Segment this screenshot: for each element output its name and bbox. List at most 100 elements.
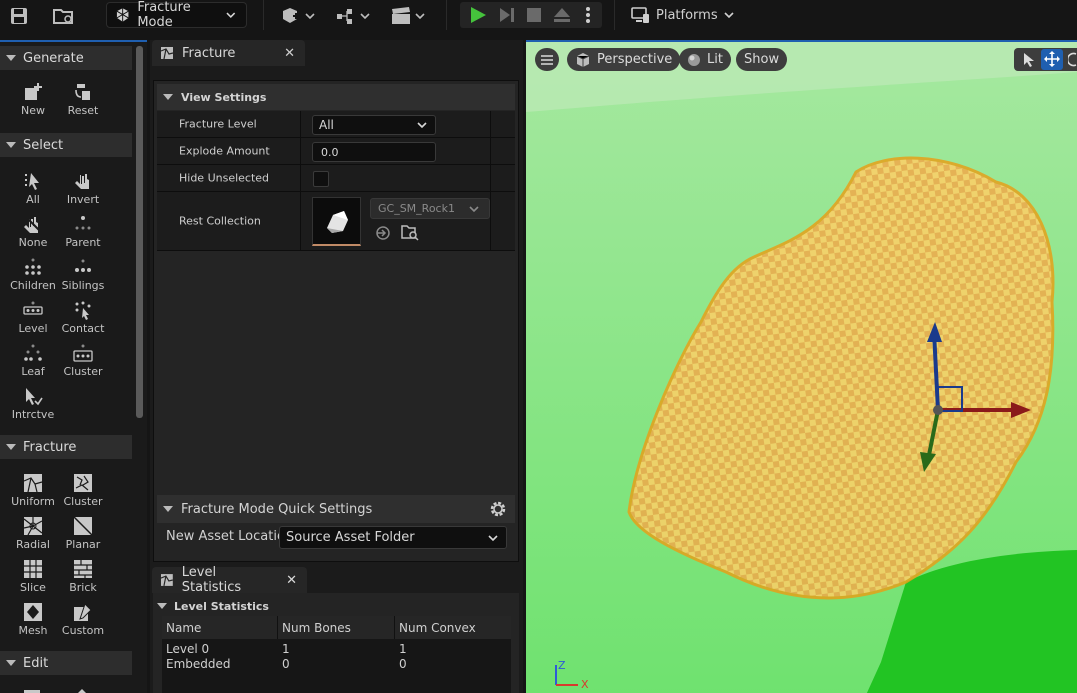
section-edit[interactable]: Edit: [0, 651, 132, 675]
browse-asset-icon[interactable]: [401, 224, 419, 241]
cinematics-icon[interactable]: [388, 5, 428, 27]
tool-fracture-cluster[interactable]: Cluster: [58, 473, 108, 508]
tool-new[interactable]: New: [8, 82, 58, 117]
fracture-level-dropdown[interactable]: All: [312, 115, 436, 135]
hide-unselected-checkbox[interactable]: [313, 171, 329, 187]
table-cell: Level 0: [166, 642, 210, 656]
edit-tool-icon[interactable]: [72, 688, 92, 693]
level-statistics-header[interactable]: Level Statistics: [153, 595, 519, 617]
close-icon[interactable]: ✕: [284, 46, 295, 61]
view-settings-label: View Settings: [181, 90, 267, 104]
fracture-tab-icon: [160, 47, 174, 60]
gear-icon[interactable]: [488, 499, 508, 519]
tool-select-cluster-label: Cluster: [63, 365, 103, 378]
play-icon[interactable]: [469, 6, 487, 24]
new-icon: [25, 83, 42, 100]
tab-level-statistics[interactable]: Level Statistics ✕: [152, 565, 307, 595]
column-header-name[interactable]: Name: [162, 616, 278, 639]
tool-radial[interactable]: Radial: [8, 516, 58, 551]
tool-contact-label: Contact: [61, 322, 105, 335]
explode-amount-value: 0.0: [321, 145, 339, 159]
viewport-scene[interactable]: [526, 42, 1077, 693]
new-asset-location-dropdown[interactable]: Source Asset Folder: [279, 526, 507, 549]
close-icon[interactable]: ✕: [286, 573, 297, 588]
eject-icon[interactable]: [553, 6, 571, 24]
tool-planar[interactable]: Planar: [58, 516, 108, 551]
level-viewport[interactable]: Z X Perspective Lit Show: [526, 40, 1077, 693]
tool-slice[interactable]: Slice: [8, 559, 58, 594]
perspective-button[interactable]: Perspective: [567, 48, 681, 71]
fracture-mode-icon: [116, 8, 129, 22]
column-header-num-convex[interactable]: Num Convex: [395, 616, 511, 639]
tab-fracture[interactable]: Fracture ✕: [152, 40, 305, 66]
rest-collection-picker[interactable]: GC_SM_Rock1: [370, 198, 490, 219]
tool-mesh-label: Mesh: [18, 624, 48, 637]
section-generate[interactable]: Generate: [0, 46, 132, 70]
quick-settings-header[interactable]: Fracture Mode Quick Settings: [157, 495, 515, 523]
rest-collection-label: Rest Collection: [179, 214, 261, 228]
use-selected-asset-icon[interactable]: [375, 225, 391, 241]
explode-amount-field[interactable]: 0.0: [312, 142, 436, 162]
mode-dropdown[interactable]: Fracture Mode: [106, 0, 247, 30]
platforms-icon: [631, 7, 649, 23]
tool-siblings[interactable]: Siblings: [58, 257, 108, 292]
tool-invert[interactable]: Invert: [58, 171, 108, 206]
column-header-num-bones[interactable]: Num Bones: [278, 616, 395, 639]
perspective-label: Perspective: [597, 52, 673, 67]
platforms-label: Platforms: [656, 7, 718, 23]
palette-scrollbar[interactable]: [136, 46, 143, 418]
column-header-num-convex-label: Num Convex: [399, 620, 476, 635]
level-statistics-table: Name Num Bones Num Convex Level 0 1 1 Em…: [162, 616, 511, 693]
tool-siblings-label: Siblings: [61, 279, 105, 292]
save-icon[interactable]: [6, 5, 32, 27]
tool-level[interactable]: Level: [8, 300, 58, 335]
tool-select-cluster[interactable]: Cluster: [58, 343, 108, 378]
rock-thumbnail-icon: [327, 211, 348, 233]
mode-label: Fracture Mode: [137, 0, 191, 30]
tool-contact[interactable]: Contact: [58, 300, 108, 335]
tool-select-all[interactable]: All: [8, 171, 58, 206]
level-statistics-body: Level Statistics Name Num Bones Num Conv…: [153, 593, 519, 693]
advance-frame-icon[interactable]: [498, 6, 516, 24]
tool-interactive[interactable]: Intrctve: [8, 386, 58, 421]
rotate-mode-icon[interactable]: [1068, 52, 1077, 67]
more-options-icon[interactable]: [585, 6, 591, 24]
section-edit-label: Edit: [23, 655, 49, 671]
tool-uniform[interactable]: Uniform: [8, 473, 58, 508]
none-icon: [24, 215, 42, 233]
view-settings-header[interactable]: View Settings: [157, 84, 515, 110]
section-select[interactable]: Select: [0, 133, 132, 157]
table-cell: 0: [282, 657, 290, 671]
tool-reset[interactable]: Reset: [58, 82, 108, 117]
stop-icon[interactable]: [526, 7, 542, 23]
add-actor-icon[interactable]: [278, 5, 318, 27]
show-button[interactable]: Show: [736, 48, 788, 71]
rest-collection-thumbnail[interactable]: [312, 197, 361, 246]
tool-mesh[interactable]: Mesh: [8, 602, 58, 637]
tool-select-all-label: All: [26, 193, 40, 206]
platforms-dropdown[interactable]: Platforms: [630, 2, 734, 28]
siblings-icon: [75, 259, 91, 272]
edit-tool-icon[interactable]: [22, 688, 42, 693]
select-mode-icon[interactable]: [1022, 52, 1036, 67]
tool-select-none-label: None: [18, 236, 48, 249]
translate-mode-button[interactable]: [1041, 49, 1063, 70]
tool-brick[interactable]: Brick: [58, 559, 108, 594]
tool-slice-label: Slice: [20, 581, 46, 594]
tool-leaf[interactable]: Leaf: [8, 343, 58, 378]
viewport-menu-button[interactable]: [535, 48, 559, 71]
browse-folder-icon[interactable]: [50, 5, 76, 27]
tool-custom[interactable]: Custom: [58, 602, 108, 637]
lit-button[interactable]: Lit: [679, 48, 731, 71]
tool-select-none[interactable]: None: [8, 214, 58, 249]
explode-amount-label: Explode Amount: [179, 144, 270, 158]
tool-planar-label: Planar: [65, 538, 101, 551]
tool-invert-label: Invert: [66, 193, 100, 206]
select-all-icon: [25, 173, 39, 190]
tool-children[interactable]: Children: [8, 257, 58, 292]
tool-parent[interactable]: Parent: [58, 214, 108, 249]
contact-icon: [75, 301, 91, 320]
column-header-num-bones-label: Num Bones: [282, 620, 351, 635]
blueprint-icon[interactable]: [333, 5, 373, 27]
section-fracture[interactable]: Fracture: [0, 435, 132, 459]
